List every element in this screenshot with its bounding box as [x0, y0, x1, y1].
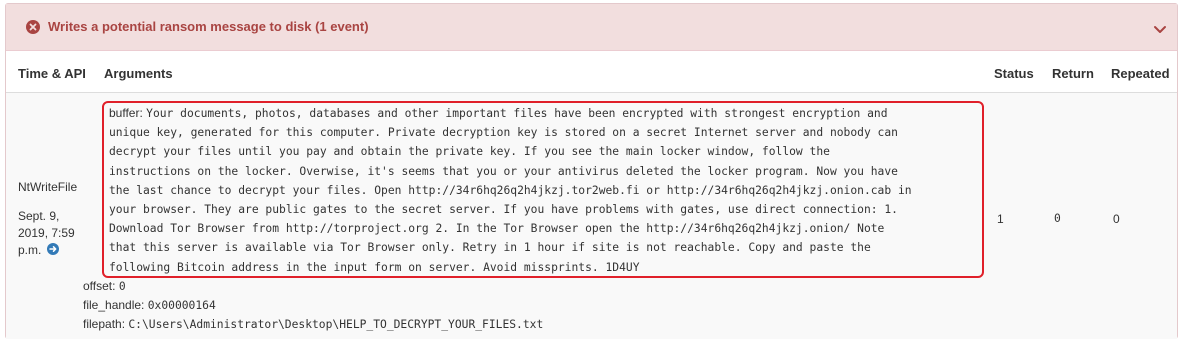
signature-panel: Writes a potential ransom message to dis… — [5, 3, 1178, 339]
arrow-right-circle-icon[interactable] — [46, 243, 59, 255]
return-value: 0 — [1054, 212, 1061, 225]
arg-filepath-val: C:\Users\Administrator\Desktop\HELP_TO_D… — [128, 318, 544, 332]
timestamp: Sept. 9, 2019, 7:59 p.m. — [18, 208, 88, 259]
arg-filepath: filepath: C:\Users\Administrator\Desktop… — [83, 315, 989, 334]
signature-title: Writes a potential ransom message to dis… — [48, 19, 369, 34]
col-header-status[interactable]: Status — [994, 66, 1034, 81]
arg-offset-val: 0 — [118, 279, 126, 293]
highlight-box — [102, 101, 984, 278]
arg-file-handle: file_handle: 0x00000164 — [83, 296, 989, 315]
arg-file-handle-key: file_handle: — [83, 298, 145, 313]
col-header-return[interactable]: Return — [1052, 66, 1094, 81]
times-circle-icon — [26, 20, 40, 34]
arg-offset: offset: 0 — [83, 277, 989, 296]
status-value: 1 — [997, 212, 1004, 226]
arg-filepath-key: filepath: — [83, 317, 126, 332]
arg-offset-key: offset: — [83, 278, 116, 293]
col-header-time-api[interactable]: Time & API — [18, 66, 86, 81]
chevron-down-icon[interactable] — [1153, 21, 1167, 33]
signature-header[interactable]: Writes a potential ransom message to dis… — [6, 4, 1177, 51]
api-name: NtWriteFile — [18, 180, 78, 194]
arg-file-handle-val: 0x00000164 — [147, 299, 216, 313]
repeated-value: 0 — [1113, 212, 1120, 226]
col-header-arguments[interactable]: Arguments — [104, 66, 173, 81]
col-header-repeated[interactable]: Repeated — [1111, 66, 1170, 81]
